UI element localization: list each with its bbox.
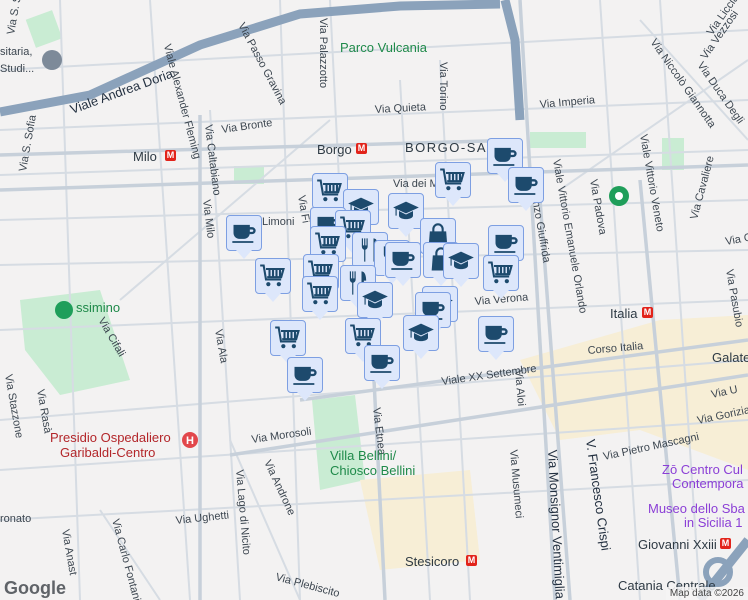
location-pin-icon[interactable] — [609, 186, 629, 206]
graduation-cap-icon — [447, 247, 475, 275]
cup-icon — [492, 229, 520, 257]
cart-icon — [487, 259, 515, 287]
marker-school[interactable] — [443, 243, 479, 287]
street-label: Viale Andrea Doria — [68, 65, 175, 116]
place-label: Zō Centro Cul — [662, 462, 743, 477]
cup-icon — [491, 142, 519, 170]
marker-grocery[interactable] — [483, 255, 519, 299]
street-label: Via Plebiscito — [274, 571, 341, 600]
street-label: Via Pietro Mascagni — [602, 431, 700, 463]
street-label: ronato — [0, 513, 31, 525]
street-label: Via Rasà — [34, 388, 54, 435]
metro-label: Milo — [133, 149, 157, 164]
street-label: Via Aloi — [512, 369, 527, 406]
place-label: Presidio Ospedaliero — [50, 430, 171, 445]
graduation-cap-icon — [361, 286, 389, 314]
street-label: Via Milo — [200, 199, 217, 239]
street-label: Via Caltabiano — [202, 124, 223, 196]
district-label: BORGO-SAN — [405, 140, 498, 155]
cup-icon — [230, 219, 258, 247]
marker-grocery[interactable] — [302, 276, 338, 320]
place-label: sitaria, — [0, 46, 32, 58]
svg-text:H: H — [186, 435, 194, 447]
metro-label: Galate — [712, 350, 748, 365]
street-label: Via Gi — [724, 231, 748, 248]
street-label: Via Bronte — [221, 117, 273, 136]
map-attribution[interactable]: Map data ©2026 — [665, 587, 748, 600]
place-label: Contempora — [672, 476, 744, 491]
marker-cafe[interactable] — [508, 167, 544, 211]
place-label: Garibaldi-Centro — [60, 445, 155, 460]
place-label: Villa Bellini/ — [330, 448, 397, 463]
marker-cafe[interactable] — [226, 215, 262, 259]
marker-school[interactable] — [388, 193, 424, 237]
marker-cafe[interactable] — [385, 242, 421, 286]
street-label: Viale Vittorio Emanuele Orlando — [550, 158, 589, 314]
cart-icon — [316, 177, 344, 205]
metro-icon[interactable]: M — [642, 307, 653, 318]
metro-label: Italia — [610, 306, 638, 321]
marker-school[interactable] — [403, 315, 439, 359]
cart-icon — [274, 324, 302, 352]
cart-icon — [439, 166, 467, 194]
street-label: Via Palazzotto — [317, 18, 329, 88]
street-label: Via S. Sofia — [17, 113, 39, 172]
marker-cafe[interactable] — [364, 345, 400, 389]
marker-cafe[interactable] — [287, 357, 323, 401]
cup-icon — [368, 349, 396, 377]
marker-school[interactable] — [357, 282, 393, 326]
street-label: Via Monsignor Ventimiglia — [545, 449, 568, 600]
place-label: Museo dello Sba — [648, 501, 746, 516]
street-label: Via Anast — [59, 528, 79, 576]
street-label: Via Torino — [437, 62, 449, 111]
street-label: Via dei M — [393, 178, 439, 190]
metro-label: Giovanni Xxiii — [638, 537, 717, 552]
street-label: Via Carlo Fontanini — [109, 518, 145, 600]
cup-icon — [512, 171, 540, 199]
street-label: Via Padova — [587, 178, 609, 236]
google-logo: Google — [4, 578, 66, 598]
cup-icon — [291, 361, 319, 389]
metro-label: Stesicoro — [405, 554, 459, 569]
marker-grocery[interactable] — [270, 320, 306, 364]
park-pin-icon[interactable] — [55, 301, 73, 319]
metro-icon[interactable]: M — [165, 150, 176, 161]
graduation-cap-icon — [407, 319, 435, 347]
metro-label: Borgo — [317, 142, 352, 157]
street-label: Via Imperia — [539, 94, 596, 111]
street-label: Limoni — [262, 216, 294, 228]
cup-icon — [389, 246, 417, 274]
street-label: Via Ala — [212, 328, 230, 364]
cart-icon — [259, 262, 287, 290]
metro-icon[interactable]: M — [720, 538, 731, 549]
university-pin-icon[interactable] — [42, 50, 62, 70]
marker-cafe[interactable] — [478, 316, 514, 360]
place-label: Chiosco Bellini — [330, 463, 415, 478]
marker-grocery[interactable] — [255, 258, 291, 302]
place-label: in Sicilia 1 — [684, 515, 743, 530]
street-label: Via Musumeci — [507, 449, 525, 519]
cart-icon — [306, 280, 334, 308]
metro-icon[interactable]: M — [356, 143, 367, 154]
hospital-icon[interactable]: H — [182, 432, 198, 448]
cup-icon — [482, 320, 510, 348]
street-label: Via Androne — [261, 458, 297, 517]
place-label: Parco Vulcania — [340, 40, 428, 55]
street-label: Via Cavaliere — [688, 155, 716, 221]
metro-icon[interactable]: M — [466, 555, 477, 566]
marker-grocery[interactable] — [435, 162, 471, 206]
place-label: ssimino — [76, 300, 120, 315]
street-label: Via S. S — [5, 0, 24, 36]
graduation-cap-icon — [392, 197, 420, 225]
street-label: Via Stazzone — [2, 373, 25, 439]
place-label: Studi... — [0, 63, 34, 75]
